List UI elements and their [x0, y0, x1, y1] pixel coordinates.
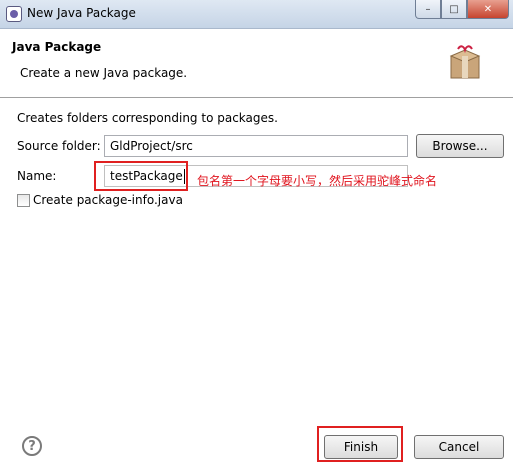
title-bar: New Java Package – □ ✕: [0, 0, 513, 29]
eclipse-app-icon: [6, 6, 22, 22]
annotation-text: 包名第一个字母要小写，然后采用驼峰式命名: [197, 174, 438, 188]
help-icon[interactable]: ?: [22, 436, 42, 456]
wizard-title: Java Package: [12, 40, 102, 54]
name-highlight-box: [94, 161, 188, 191]
wizard-description: Create a new Java package.: [20, 66, 188, 80]
minimize-button[interactable]: –: [415, 0, 441, 19]
create-package-info-label[interactable]: Create package-info.java: [33, 193, 183, 207]
package-icon: [449, 45, 481, 79]
window-title: New Java Package: [27, 6, 136, 20]
finish-highlight-box: [317, 426, 403, 462]
source-folder-input[interactable]: GldProject/src: [104, 135, 408, 157]
browse-button[interactable]: Browse...: [416, 134, 504, 158]
wizard-header: Java Package Create a new Java package.: [0, 29, 513, 98]
intro-text: Creates folders corresponding to package…: [17, 111, 278, 125]
close-button[interactable]: ✕: [467, 0, 509, 19]
name-label: Name:: [17, 169, 57, 183]
create-package-info-checkbox[interactable]: [17, 194, 30, 207]
cancel-button[interactable]: Cancel: [414, 435, 504, 459]
maximize-button[interactable]: □: [441, 0, 467, 19]
source-folder-label: Source folder:: [17, 139, 101, 153]
